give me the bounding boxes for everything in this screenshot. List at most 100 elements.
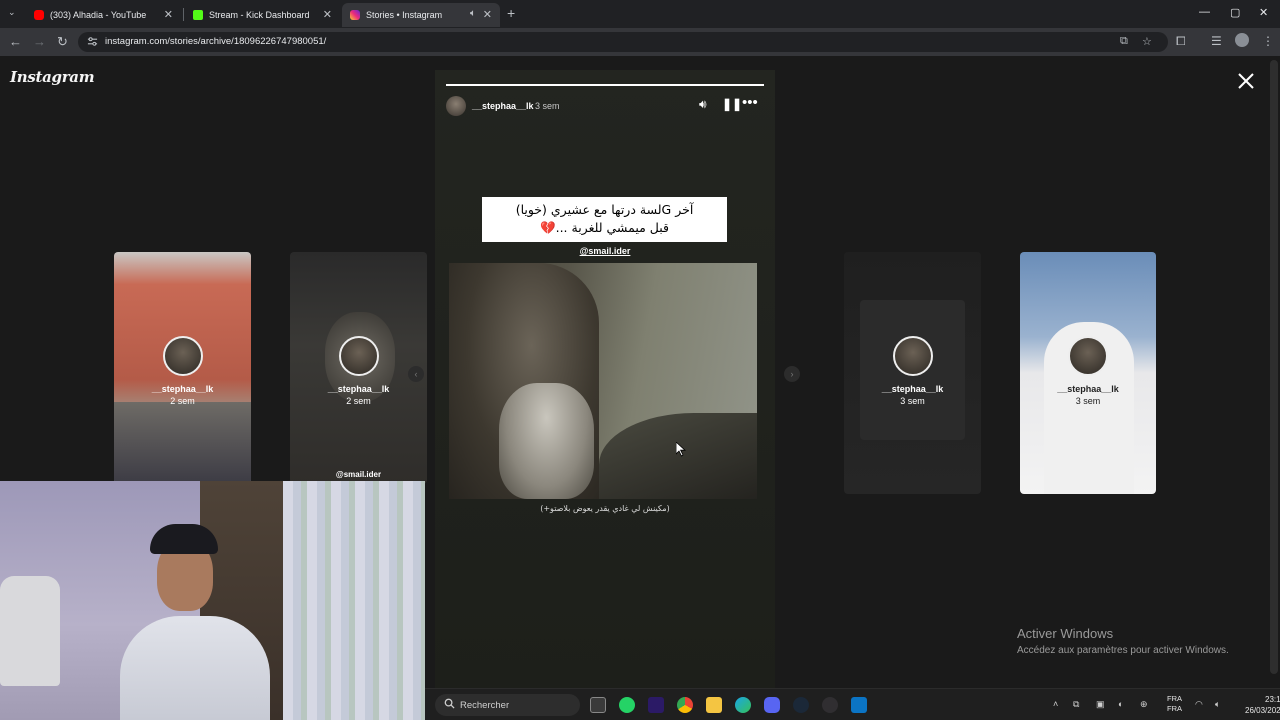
discord-icon[interactable] bbox=[764, 697, 780, 713]
back-button[interactable]: ← bbox=[9, 34, 22, 50]
tab-title: Stories • Instagram bbox=[366, 10, 443, 20]
preview-username: __stephaa__lk bbox=[327, 384, 390, 394]
preview-username: __stephaa__lk bbox=[1057, 384, 1119, 394]
mouse-cursor-icon bbox=[676, 442, 686, 457]
lang-bottom: FRA bbox=[1167, 704, 1182, 713]
webcam-cap bbox=[150, 524, 218, 554]
webcam-person-body bbox=[120, 616, 270, 720]
street-scene bbox=[114, 402, 251, 484]
address-bar[interactable]: instagram.com/stories/archive/1809622674… bbox=[78, 32, 1168, 52]
steam-icon[interactable] bbox=[793, 697, 809, 713]
minimize-button[interactable]: — bbox=[1199, 6, 1210, 18]
story-progress-fill bbox=[446, 84, 764, 86]
volume-icon[interactable]: 🔊︎ bbox=[699, 97, 707, 112]
activate-subtitle: Accédez aux paramètres pour activer Wind… bbox=[1017, 645, 1229, 656]
lang-top: FRA bbox=[1167, 694, 1182, 703]
browser-menu-icon[interactable]: ⋮ bbox=[1262, 34, 1274, 48]
avatar bbox=[338, 336, 379, 376]
story-preview[interactable]: __stephaa__lk 2 sem @smail.ider bbox=[290, 252, 427, 484]
story-preview[interactable]: __stephaa__lk 2 sem bbox=[114, 252, 251, 484]
tab-kick[interactable]: Stream - Kick Dashboard ✕ bbox=[185, 3, 340, 27]
volume-tray-icon[interactable]: 🔈︎ bbox=[1215, 699, 1220, 710]
preview-time: 3 sem bbox=[900, 396, 925, 406]
story-preview[interactable]: __stephaa__lk 3 sem bbox=[1020, 252, 1156, 494]
more-options-icon[interactable]: ••• bbox=[742, 94, 758, 111]
tab-audio-icon[interactable]: 🔈︎ bbox=[470, 8, 476, 19]
pause-icon[interactable]: ❚❚ bbox=[722, 97, 742, 111]
taskbar-clock[interactable]: 23:12 26/03/2026 bbox=[1245, 694, 1280, 716]
new-tab-button[interactable]: + bbox=[507, 5, 515, 21]
task-view-icon[interactable] bbox=[590, 697, 606, 713]
story-username[interactable]: __stephaa__lk bbox=[472, 101, 534, 111]
preview-username: __stephaa__lk bbox=[881, 384, 944, 394]
preview-time: 3 sem bbox=[1075, 396, 1101, 406]
install-app-icon[interactable]: ⧉ bbox=[1120, 35, 1128, 48]
browser-tab-strip: ⌄ (303) Alhadia - YouTube ✕ Stream - Kic… bbox=[0, 0, 1280, 28]
chrome-icon[interactable] bbox=[677, 697, 693, 713]
tray-icon[interactable]: ⊕ bbox=[1140, 699, 1148, 710]
tab-groups-icon[interactable]: ☰ bbox=[1211, 34, 1222, 48]
site-info-icon[interactable] bbox=[87, 36, 98, 47]
story-progress-bar bbox=[446, 84, 764, 86]
preview-username: __stephaa__lk bbox=[151, 384, 214, 394]
close-tab-icon[interactable]: ✕ bbox=[164, 8, 173, 21]
tab-instagram[interactable]: Stories • Instagram 🔈︎ ✕ bbox=[342, 3, 500, 27]
windows-taskbar: Rechercher ˄ ⧉ ▣ ◐ ⊕ FRA FRA ◠ 🔈︎ 23:1 2 … bbox=[425, 688, 1280, 720]
tab-youtube[interactable]: (303) Alhadia - YouTube ✕ bbox=[26, 3, 181, 27]
avatar bbox=[892, 336, 933, 376]
wifi-icon[interactable]: ◠ bbox=[1195, 699, 1203, 710]
taskbar-search-label: Rechercher bbox=[460, 700, 510, 711]
obs-icon[interactable] bbox=[822, 697, 838, 713]
maximize-button[interactable]: ▢ bbox=[1230, 6, 1240, 19]
scrollbar-thumb[interactable] bbox=[1270, 60, 1278, 674]
story-time: 3 sem bbox=[535, 101, 560, 111]
bookmark-star-icon[interactable]: ☆ bbox=[1142, 35, 1152, 48]
active-story[interactable]: __stephaa__lk 3 sem 🔊︎ ❚❚ ••• آخر Gلسة د… bbox=[435, 70, 775, 688]
tray-icon[interactable]: ◐ bbox=[1118, 699, 1123, 709]
close-icon[interactable] bbox=[1235, 70, 1257, 92]
previous-story-arrow[interactable]: ‹ bbox=[408, 366, 424, 382]
white-beard bbox=[499, 383, 594, 499]
reload-button[interactable]: ↻ bbox=[57, 34, 68, 50]
youtube-icon bbox=[34, 10, 44, 20]
whatsapp-icon[interactable] bbox=[619, 697, 635, 713]
profile-avatar[interactable] bbox=[1235, 33, 1249, 47]
tab-title: Stream - Kick Dashboard bbox=[209, 10, 310, 20]
caption-line: قبل ميمشي للغربة ...💔 bbox=[540, 220, 669, 235]
next-story-arrow[interactable]: › bbox=[784, 366, 800, 382]
tab-separator bbox=[183, 8, 184, 21]
tray-icon[interactable]: ▣ bbox=[1096, 699, 1105, 710]
premiere-icon[interactable] bbox=[648, 697, 664, 713]
taskbar-search[interactable]: Rechercher bbox=[435, 694, 580, 716]
app-icon[interactable] bbox=[851, 697, 867, 713]
kick-icon bbox=[193, 10, 203, 20]
preview-time: 2 sem bbox=[346, 396, 371, 406]
avatar bbox=[1068, 336, 1108, 376]
tray-icon[interactable]: ⧉ bbox=[1073, 699, 1079, 710]
tray-overflow-icon[interactable]: ˄ bbox=[1053, 699, 1058, 709]
file-explorer-icon[interactable] bbox=[706, 697, 722, 713]
story-caption: آخر Gلسة درتها مع عشيري (خويا) قبل ميمشي… bbox=[482, 197, 727, 242]
tab-search-icon[interactable]: ⌄ bbox=[8, 7, 16, 18]
url-text: instagram.com/stories/archive/1809622674… bbox=[105, 36, 327, 47]
story-preview[interactable]: __stephaa__lk 3 sem bbox=[844, 252, 981, 494]
close-tab-icon[interactable]: ✕ bbox=[323, 8, 332, 21]
preview-time: 2 sem bbox=[170, 396, 195, 406]
forward-button[interactable]: → bbox=[33, 34, 46, 50]
caption-line: آخر Gلسة درتها مع عشيري (خويا) bbox=[515, 202, 694, 217]
extensions-icon[interactable]: ⧠ bbox=[1176, 34, 1186, 49]
story-video bbox=[449, 263, 757, 499]
clock-date: 26/03/2026 bbox=[1245, 706, 1280, 715]
close-tab-icon[interactable]: ✕ bbox=[483, 8, 492, 21]
close-window-button[interactable]: ✕ bbox=[1259, 6, 1268, 19]
story-avatar[interactable] bbox=[446, 96, 466, 116]
edge-icon[interactable] bbox=[735, 697, 751, 713]
instagram-icon bbox=[350, 10, 360, 20]
story-mention[interactable]: @smail.ider bbox=[435, 246, 775, 256]
browser-toolbar: ← → ↻ instagram.com/stories/archive/1809… bbox=[0, 28, 1280, 56]
preview-watermark: @smail.ider bbox=[335, 470, 382, 479]
language-indicator[interactable]: FRA FRA bbox=[1167, 694, 1182, 714]
scrollbar[interactable] bbox=[1268, 56, 1280, 688]
activate-windows-watermark: Activer Windows Accédez aux paramètres p… bbox=[1017, 626, 1229, 656]
instagram-logo[interactable]: Instagram bbox=[10, 68, 95, 86]
